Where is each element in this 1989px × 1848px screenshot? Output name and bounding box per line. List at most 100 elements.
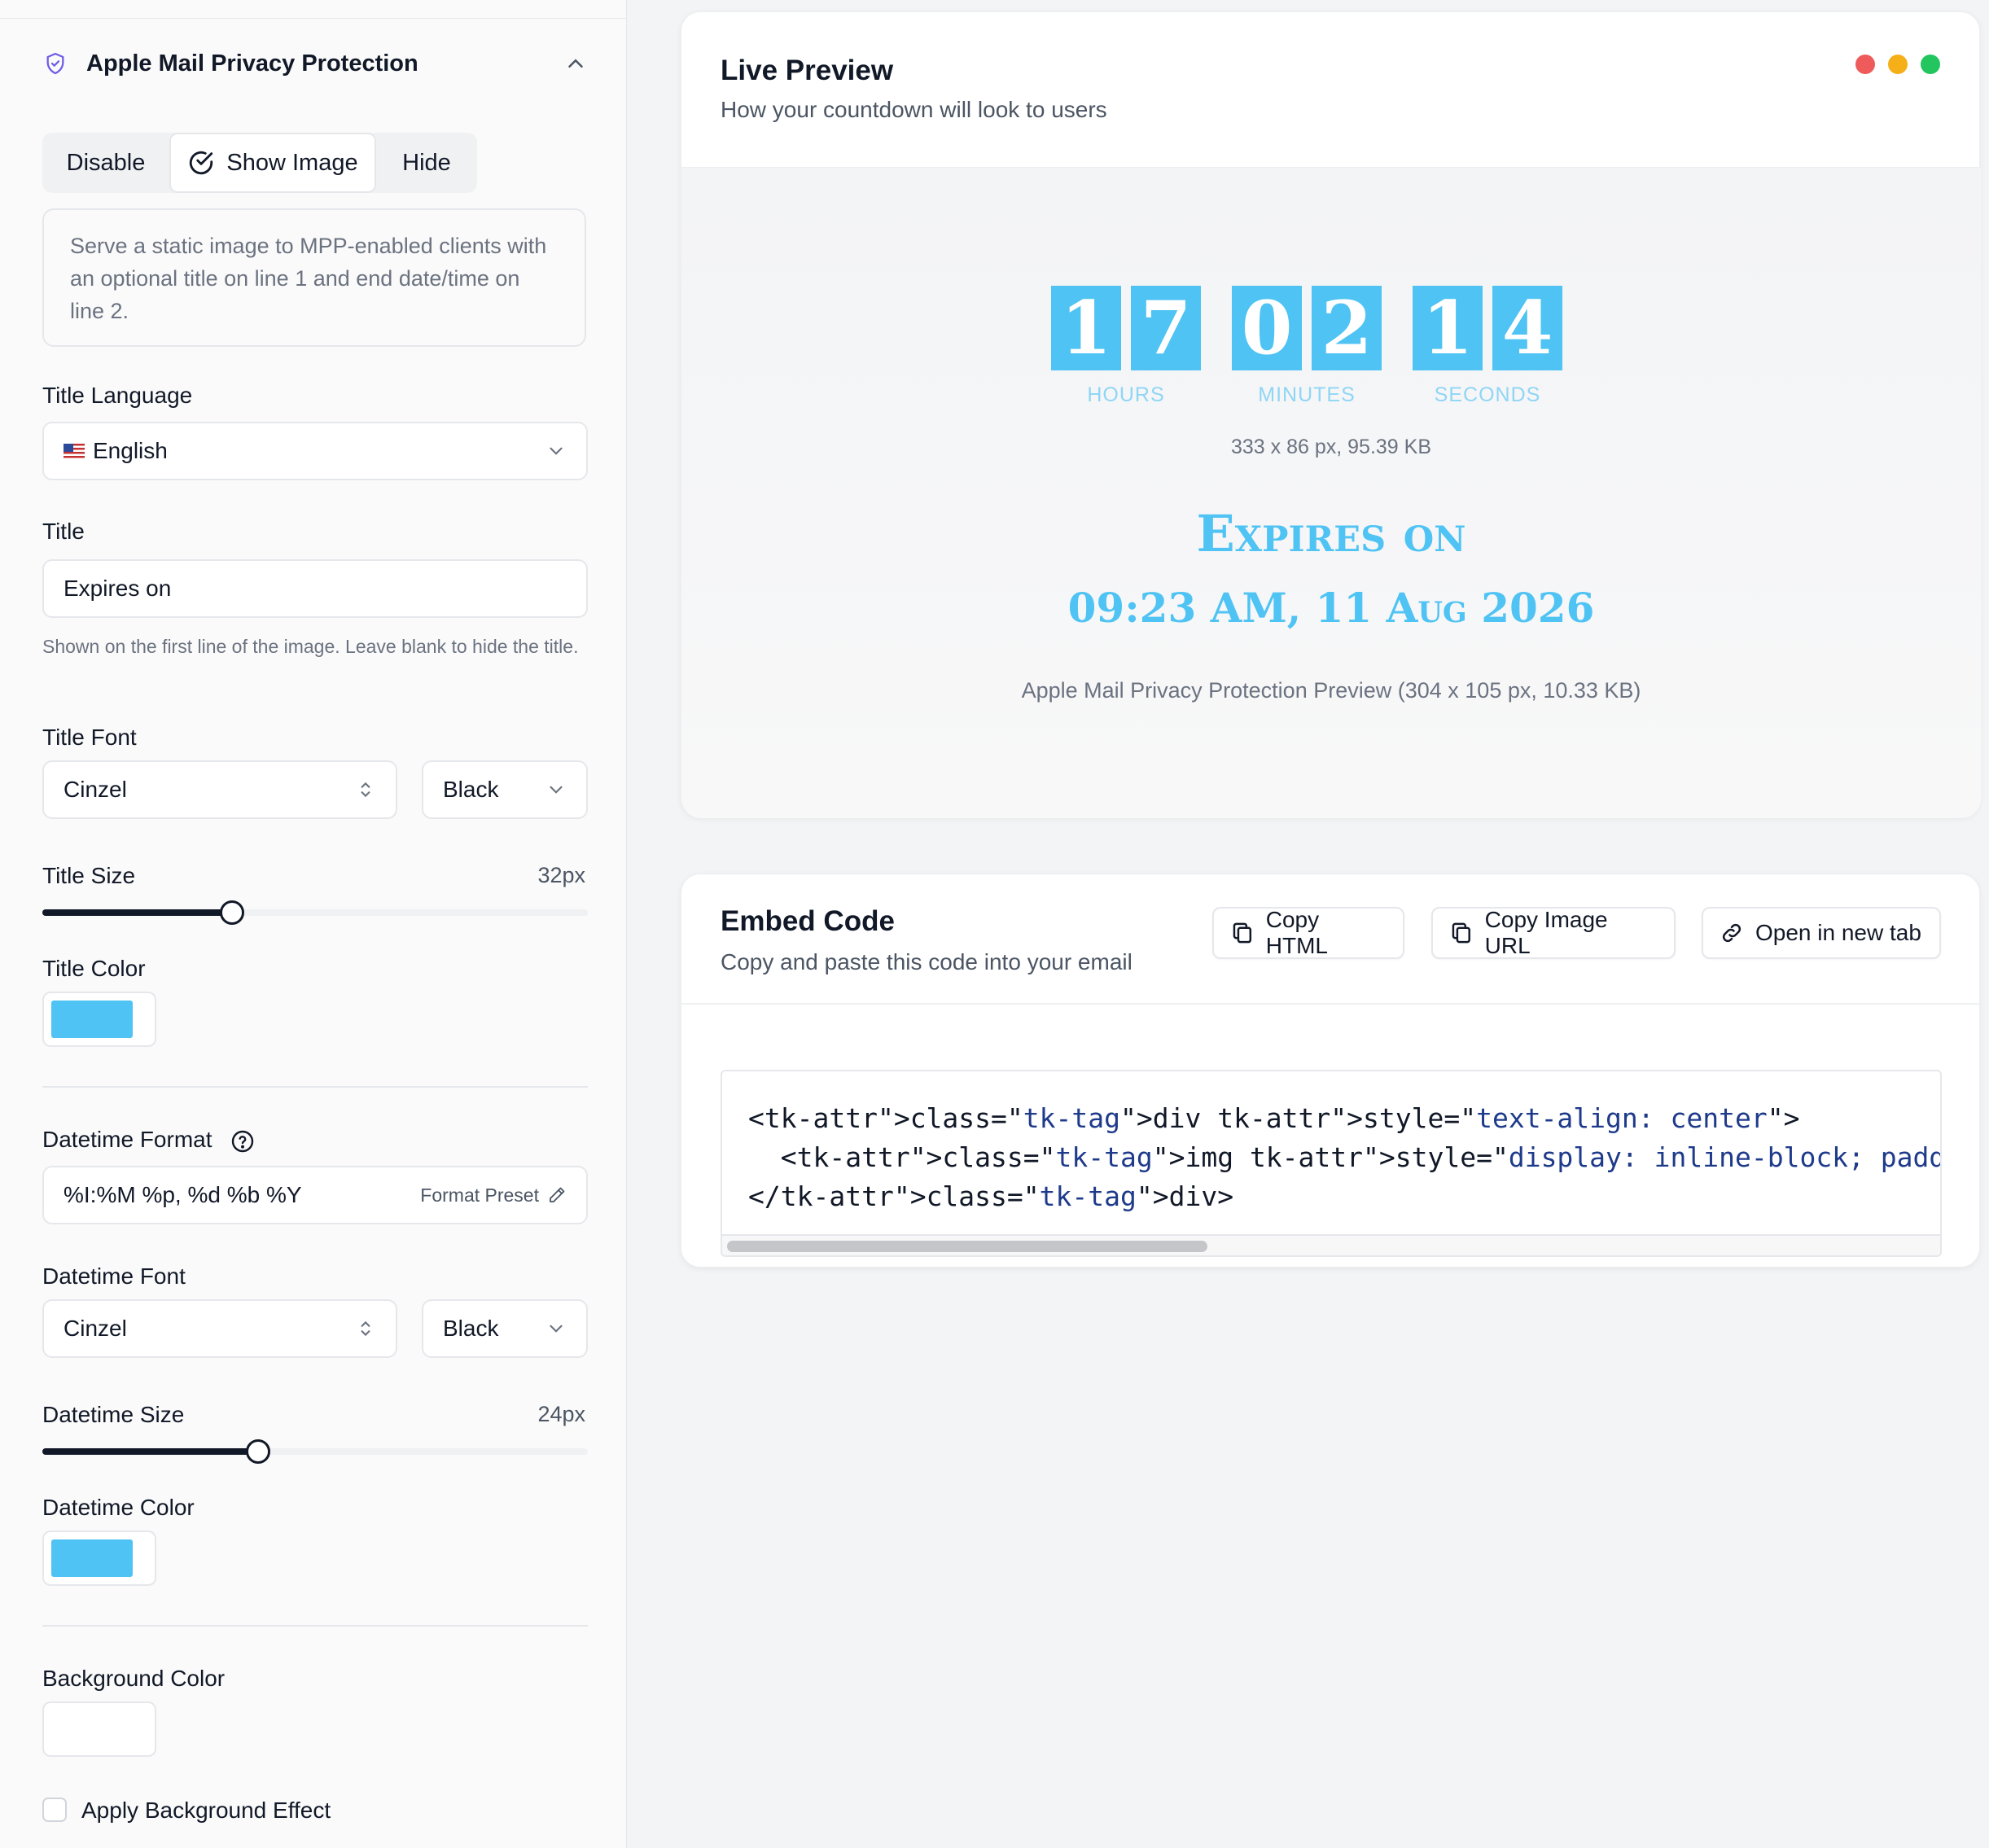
- preview-canvas: [681, 167, 1981, 818]
- seconds-unit-label: SECONDS: [1434, 383, 1541, 406]
- datetime-color-label: Datetime Color: [42, 1495, 195, 1520]
- copy-html-button[interactable]: Copy HTML: [1212, 907, 1404, 959]
- mpp-preview-title: Expires on: [1196, 504, 1466, 563]
- open-new-tab-button[interactable]: Open in new tab: [1702, 907, 1941, 959]
- title-language-select[interactable]: English: [42, 422, 588, 480]
- slider-fill: [42, 1448, 258, 1455]
- mpp-mode-toggle: Disable Show Image Hide: [42, 133, 477, 193]
- datetime-format-label: Datetime Format: [42, 1127, 212, 1152]
- datetime-font-label: Datetime Font: [42, 1263, 186, 1289]
- slider-thumb[interactable]: [219, 900, 244, 925]
- section-divider: [42, 1086, 588, 1088]
- title-weight-select[interactable]: Black: [422, 760, 588, 819]
- datetime-size-label: Datetime Size: [42, 1402, 185, 1427]
- datetime-color-picker[interactable]: [42, 1531, 156, 1586]
- mpp-preview-note: Apple Mail Privacy Protection Preview (3…: [1021, 678, 1641, 703]
- pencil-icon[interactable]: [547, 1185, 567, 1205]
- countdown-digit: 0: [1232, 286, 1302, 370]
- embed-code-subtitle: Copy and paste this code into your email: [721, 949, 1133, 974]
- apply-bg-effect-label: Apply Background Effect: [81, 1798, 331, 1823]
- datetime-size-value: 24px: [537, 1402, 585, 1426]
- format-preset-label[interactable]: Format Preset: [420, 1185, 539, 1206]
- window-dot-yellow: [1888, 55, 1908, 74]
- check-circle-icon: [190, 151, 213, 175]
- title-language-value: English: [93, 438, 168, 463]
- mode-option-label: Show Image: [226, 149, 358, 176]
- datetime-size-slider[interactable]: [42, 1439, 588, 1464]
- apply-bg-effect-checkbox[interactable]: [42, 1798, 67, 1822]
- title-language-label: Title Language: [42, 383, 193, 408]
- mpp-section-title: Apple Mail Privacy Protection: [86, 50, 418, 77]
- window-dot-red: [1855, 55, 1875, 74]
- background-color-picker[interactable]: [42, 1701, 156, 1757]
- mode-option-show-image[interactable]: Show Image: [169, 133, 376, 193]
- countdown-digit: 2: [1312, 286, 1382, 370]
- datetime-font-value: Cinzel: [64, 1316, 127, 1341]
- countdown-digit: 1: [1051, 286, 1121, 370]
- copy-image-url-label: Copy Image URL: [1484, 907, 1608, 958]
- slider-thumb[interactable]: [245, 1439, 270, 1464]
- datetime-font-select[interactable]: Cinzel: [42, 1299, 397, 1358]
- shield-check-icon: [46, 52, 64, 75]
- horizontal-scrollbar[interactable]: [722, 1234, 1940, 1255]
- live-preview-subtitle: How your countdown will look to users: [721, 97, 1107, 122]
- hours-unit-label: HOURS: [1087, 383, 1165, 406]
- title-size-value: 32px: [537, 863, 585, 887]
- countdown-digit: 1: [1413, 286, 1483, 370]
- mpp-section-header[interactable]: Apple Mail Privacy Protection: [42, 46, 588, 81]
- title-color-picker[interactable]: [42, 992, 156, 1047]
- title-label: Title: [42, 519, 85, 544]
- link-icon: [1722, 923, 1741, 943]
- datetime-format-input[interactable]: %I:%M %p, %d %b %Y Format Preset: [42, 1166, 588, 1224]
- chevron-down-icon: [550, 1325, 563, 1333]
- countdown-digit: 4: [1492, 286, 1562, 370]
- minutes-unit-label: MINUTES: [1258, 383, 1356, 406]
- window-dot-green: [1921, 55, 1940, 74]
- mode-option-label: Hide: [402, 149, 451, 176]
- mpp-preview-datetime: 09:23 AM, 11 Aug 2026: [1067, 584, 1595, 632]
- title-size-slider[interactable]: [42, 900, 588, 925]
- title-font-label: Title Font: [42, 725, 137, 750]
- section-divider: [42, 1625, 588, 1627]
- title-input-value: Expires on: [64, 576, 172, 601]
- copy-image-url-button[interactable]: Copy Image URL: [1431, 907, 1676, 959]
- countdown-meta: 333 x 86 px, 95.39 KB: [1230, 436, 1431, 458]
- embed-code-block[interactable]: <tk-attr">class="tk-tag">div tk-attr">st…: [721, 1070, 1942, 1257]
- live-preview-title: Live Preview: [721, 55, 894, 86]
- chevron-up-down-icon: [361, 1320, 370, 1337]
- chevron-up-icon[interactable]: [563, 51, 588, 76]
- chevron-up-down-icon: [361, 782, 370, 798]
- title-weight-value: Black: [443, 777, 499, 802]
- window-dots: [1855, 55, 1940, 74]
- live-preview-card: Live Preview How your countdown will loo…: [681, 11, 1981, 818]
- copy-html-label: Copy HTML: [1265, 907, 1328, 958]
- open-new-tab-label: Open in new tab: [1755, 920, 1921, 945]
- title-input[interactable]: Expires on: [42, 559, 588, 618]
- title-color-label: Title Color: [42, 956, 146, 981]
- mode-option-label: Disable: [66, 149, 146, 176]
- mode-option-hide[interactable]: Hide: [376, 133, 477, 193]
- slider-fill: [42, 909, 232, 916]
- datetime-color-swatch: [51, 1539, 133, 1577]
- title-hint: Shown on the first line of the image. Le…: [42, 636, 579, 657]
- datetime-weight-select[interactable]: Black: [422, 1299, 588, 1358]
- chevron-down-icon: [550, 786, 563, 794]
- mode-option-disable[interactable]: Disable: [42, 133, 169, 193]
- scrollbar-thumb[interactable]: [727, 1241, 1207, 1252]
- help-circle-icon[interactable]: [230, 1128, 256, 1154]
- datetime-format-value: %I:%M %p, %d %b %Y: [64, 1182, 302, 1207]
- countdown-digit: 7: [1131, 286, 1201, 370]
- embed-code-card: Embed Code Copy and paste this code into…: [681, 874, 1981, 1268]
- datetime-weight-value: Black: [443, 1316, 499, 1341]
- settings-panel: Apple Mail Privacy Protection Disable Sh…: [0, 0, 627, 1848]
- title-color-swatch: [51, 1001, 133, 1038]
- title-font-select[interactable]: Cinzel: [42, 760, 397, 819]
- title-font-value: Cinzel: [64, 777, 127, 802]
- title-size-label: Title Size: [42, 863, 136, 888]
- embed-code-title: Embed Code: [721, 905, 895, 937]
- mpp-description: Serve a static image to MPP-enabled clie…: [42, 208, 586, 347]
- copy-icon: [1452, 922, 1470, 944]
- countdown-image: 1 7 0 2 1 4 HOURS MINUTES SECONDS: [1051, 286, 1686, 432]
- background-color-swatch: [51, 1710, 133, 1748]
- background-color-label: Background Color: [42, 1666, 226, 1691]
